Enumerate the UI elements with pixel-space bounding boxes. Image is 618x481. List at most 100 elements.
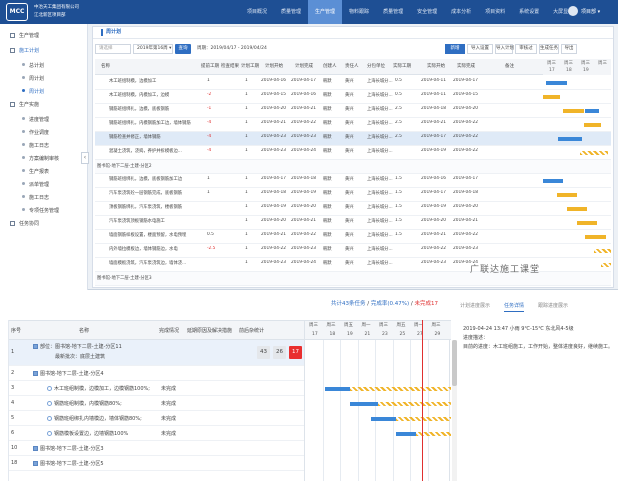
plan-row[interactable]: 顶板钢筋绑扎，汽车泵浇筑，楼板钢筋 1 2019-04-19 2019-04-20 韩默… — [95, 202, 611, 216]
folder-row[interactable]: 10 图书馆-地下二层-土建-分区3 — [9, 441, 305, 456]
nav-item-1[interactable]: 质量管理 — [274, 0, 308, 24]
group-row[interactable]: 图书馆-地下二层-土建-分区2 — [95, 160, 611, 174]
sidebar-item-14[interactable]: 任务协同 — [0, 218, 88, 231]
col-header-3: 检查结果 — [221, 64, 239, 69]
owner: 黄兴 — [345, 247, 354, 252]
week-select[interactable]: 2019年第16周 ▾ — [133, 44, 173, 54]
plan-row[interactable]: 墙面钢筋样板设置，楼面预留，水电预埋 0.5 1 2019-04-21 2019-04-… — [95, 230, 611, 244]
actual-duration: 0.5 — [395, 78, 402, 83]
screenshot: MCC 中冶天工集团有限公司 江北新区项目部 项目概况 质量管理 生产管理 物料跟踪质… — [0, 0, 618, 481]
plan-row[interactable]: 内外墙拉模板边，墙体钢筋边，水电 -2.5 1 2019-04-22 2019-04-2… — [95, 244, 611, 258]
task-row[interactable]: 1 部位：图书馆-地下二层-土建-分区11 最新批次：底层土建筑 43 26 17 — [9, 340, 305, 366]
actual-start: 2019-04-11 — [421, 78, 446, 83]
sidebar-item-1[interactable]: 施工计划 — [0, 45, 88, 58]
query-button[interactable]: 查询 — [175, 44, 191, 54]
gantt-bar — [583, 123, 601, 127]
plan-row[interactable]: 混凝土浇筑，浇捣，养护并拆模板边... -4 1 2019-04-23 2019-04-… — [95, 146, 611, 160]
sidebar-collapse-button[interactable]: ‹ — [81, 152, 89, 164]
unit-select[interactable]: 请选择 — [95, 44, 131, 54]
gantt-day-0: 17 — [549, 68, 555, 73]
sidebar-item-13[interactable]: 专项任务管理 — [0, 205, 88, 218]
sidebar-item-8[interactable]: 施工日志 — [0, 140, 88, 153]
task-status-icon — [47, 401, 52, 406]
creator: 韩默 — [323, 135, 332, 140]
nav-item-2[interactable]: 生产管理 — [308, 0, 343, 24]
task-name: 钢筋班组绑扎，内模钢筋加工边，墙体钢筋 — [109, 121, 191, 126]
count-chip-2[interactable]: 17 — [289, 346, 302, 359]
gantt-bar — [585, 235, 606, 239]
sidebar-item-4[interactable]: 周计划 — [0, 86, 88, 99]
toolbar-button-5[interactable]: 导出 — [561, 44, 577, 54]
folder-row[interactable]: 2 图书馆-地下二层-土建-分区4 — [9, 366, 305, 381]
sidebar-item-11[interactable]: 派单管理 — [0, 179, 88, 192]
plan-start: 2019-04-23 — [261, 148, 286, 153]
plan-row[interactable]: 钢筋班组绑扎，内模钢筋加工边，墙体钢筋 -4 1 2019-04-21 2019-04-… — [95, 118, 611, 132]
actual-finish: 2019-04-18 — [453, 190, 478, 195]
sidebar-item-10[interactable]: 生产报表 — [0, 166, 88, 179]
plan-duration: 1 — [245, 78, 248, 83]
completion-status: 未完成 — [161, 416, 177, 422]
plan-finish: 2019-04-22 — [291, 232, 316, 237]
actual-finish: 2019-04-21 — [453, 218, 478, 223]
folder-row[interactable]: 18 图书馆-地下二层-土建-分区5 — [9, 456, 305, 471]
nav-item-6[interactable]: 成本分析 — [444, 0, 478, 24]
company-logo: MCC — [6, 3, 28, 21]
user-menu[interactable]: 项目部 ▾ — [568, 6, 600, 16]
folder-icon — [33, 446, 38, 451]
nav-item-4[interactable]: 质量管理 — [376, 0, 410, 24]
count-chip-1[interactable]: 26 — [273, 346, 286, 359]
toolbar-button-1[interactable]: 导入设置 — [467, 44, 493, 54]
task-row[interactable]: 6 钢筋模板设置边，边墙钢筋100% 未完成 — [9, 426, 305, 441]
sidebar-item-2[interactable]: 总计划 — [0, 60, 88, 73]
tab-0[interactable]: 计划进度展示 — [460, 302, 490, 312]
sidebar-item-6[interactable]: 进度管理 — [0, 114, 88, 127]
plan-row[interactable]: 钢筋班组绑扎，边模，底板钢筋 -1 1 2019-04-20 2019-04-21 韩默 黄… — [95, 104, 611, 118]
sidebar-item-5[interactable]: 生产实施 — [0, 99, 88, 112]
ahead-days: -4 — [207, 120, 212, 125]
sidebar-item-3[interactable]: 周计划 — [0, 73, 88, 86]
nav-item-8[interactable]: 系统设置 — [512, 0, 546, 24]
tab-2[interactable]: 跟踪进度展示 — [538, 302, 568, 312]
actual-start: 2019-04-23 — [421, 260, 446, 265]
plan-row[interactable]: 汽车泵浇筑砼一层钢筋完成，底板钢筋 1 1 2019-04-18 2019-04-19 韩… — [95, 188, 611, 202]
nav-item-7[interactable]: 项目资料 — [478, 0, 512, 24]
gantt-bar — [543, 95, 560, 99]
nav-item-0[interactable]: 项目概况 — [240, 0, 274, 24]
count-chip-0[interactable]: 43 — [257, 346, 270, 359]
owner: 黄兴 — [345, 177, 354, 182]
task-name: 汽车泵浇筑顶板钢筋水电施工 — [109, 219, 165, 224]
toolbar-button-4[interactable]: 生成任务 — [539, 44, 559, 54]
bullet-icon — [22, 130, 25, 133]
gantt-day-label-5: 25 — [399, 332, 406, 337]
plan-row[interactable]: 钢筋班组绑扎，边模，底板钢筋加工边 1 1 2019-04-17 2019-04-18 韩… — [95, 174, 611, 188]
sidebar-item-12[interactable]: 施工日志 — [0, 192, 88, 205]
plan-row[interactable]: 钢筋检查并修正，墙体钢筋 -4 1 2019-04-23 2019-04-23 韩默 黄兴 上… — [95, 132, 611, 146]
toolbar-button-3[interactable]: 审核过 — [515, 44, 537, 54]
ahead-days: 1 — [207, 190, 210, 195]
gantt-scrollbar[interactable] — [452, 340, 457, 481]
gantt-bar — [594, 249, 611, 253]
toolbar-button-0[interactable]: 新增 — [445, 44, 465, 54]
task-row[interactable]: 5 钢筋班组绑扎内墙模边，墙体钢筋80%; 未完成 — [9, 411, 305, 426]
task-name: 钢筋班组绑扎，边模，底板钢筋 — [109, 107, 170, 112]
plan-row[interactable]: 汽车泵浇筑顶板钢筋水电施工 1 2019-04-20 2019-04-21 韩默 黄兴 上海… — [95, 216, 611, 230]
nav-item-3[interactable]: 物料跟踪 — [342, 0, 376, 24]
sidebar-item-7[interactable]: 作业调度 — [0, 127, 88, 140]
sidebar-item-9[interactable]: 方案编制审核 — [0, 153, 88, 166]
tab-1[interactable]: 任务详情 — [504, 302, 525, 312]
scrollbar-thumb[interactable] — [452, 340, 457, 386]
actual-finish: 2019-04-22 — [453, 134, 478, 139]
remaining-bar — [395, 417, 451, 421]
task-row[interactable]: 3 木工班组制模，边模加工，边模钢筋100%; 未完成 — [9, 381, 305, 396]
plan-row[interactable]: 木工班组制模，内模加工，边模 -2 1 2019-04-15 2019-04-16 韩默 黄… — [95, 90, 611, 104]
sidebar-item-0[interactable]: 生产管理 — [0, 30, 88, 43]
subcontractor: 上海长城分... — [367, 205, 393, 210]
nav-item-5[interactable]: 安全管理 — [410, 0, 444, 24]
sidebar-item-label: 生产管理 — [19, 33, 40, 39]
group-name: 图书馆-地下二层-土建-分区3 — [97, 276, 152, 281]
toolbar-button-2[interactable]: 导入计划 — [495, 44, 514, 54]
task-row[interactable]: 4 钢筋班组制模，内模钢筋80%; 未完成 — [9, 396, 305, 411]
sidebar-item-label: 生产报表 — [29, 169, 50, 175]
row-number: 4 — [11, 400, 15, 406]
plan-row[interactable]: 木工班组制模，边模加工 1 1 2019-04-16 2019-04-17 韩默 黄兴 上海长… — [95, 76, 611, 90]
